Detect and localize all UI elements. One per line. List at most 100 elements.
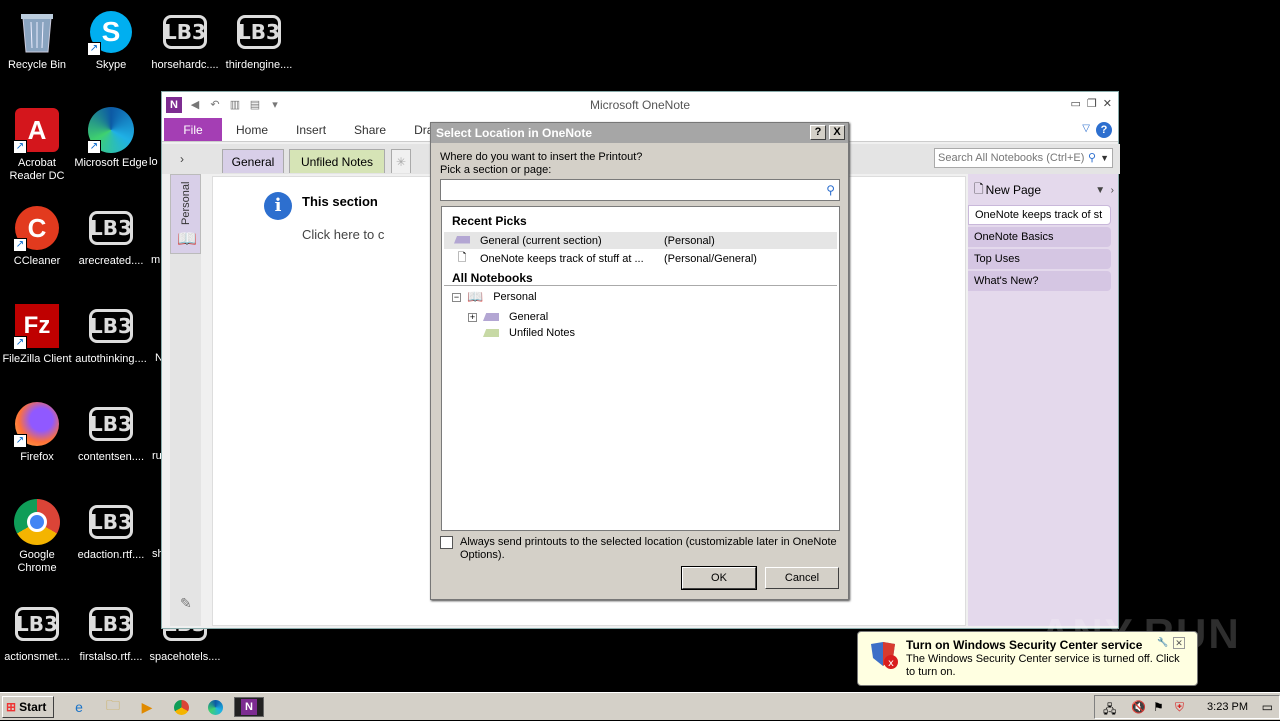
explorer-icon[interactable]: 🗀: [102, 697, 124, 717]
search-notebooks-input[interactable]: Search All Notebooks (Ctrl+E) ⚲ ▼: [934, 148, 1113, 168]
always-send-option[interactable]: Always send printouts to the selected lo…: [440, 536, 840, 562]
collapse-icon[interactable]: −: [452, 292, 461, 302]
desktop-icon-chrome[interactable]: Google Chrome: [0, 498, 74, 575]
desktop-icon-acrobat[interactable]: A ↗ Acrobat Reader DC: [0, 106, 74, 183]
desktop-icon-firefox[interactable]: ↗ Firefox: [0, 400, 74, 464]
start-button[interactable]: ⊞ Start: [2, 696, 54, 718]
section-tab-unfiled[interactable]: Unfiled Notes: [289, 149, 385, 173]
close-icon[interactable]: ✕: [1103, 97, 1112, 110]
restore-icon[interactable]: ❐: [1087, 97, 1097, 110]
ok-button[interactable]: OK: [681, 566, 757, 590]
dialog-titlebar: Select Location in OneNote ? X: [431, 123, 848, 143]
desktop-icon-label: Firefox: [20, 451, 54, 463]
new-page-button[interactable]: 🗋 New Page ▼ ›: [968, 180, 1118, 200]
desktop-icon-label: thirdengine....: [225, 59, 293, 71]
lb3-file-icon: LB3: [87, 400, 135, 448]
section-tab-general[interactable]: General: [222, 149, 284, 173]
balloon-options-icon[interactable]: 🔧: [1157, 637, 1169, 649]
recent-pick-row[interactable]: 🗋 OneNote keeps track of stuff at ... (P…: [444, 250, 837, 267]
expand-icon[interactable]: +: [468, 312, 477, 322]
tree-notebook-personal[interactable]: − 📖 Personal: [452, 289, 537, 305]
desktop-icon-file[interactable]: LB3 autothinking....: [74, 302, 148, 366]
page-tab[interactable]: What's New?: [968, 271, 1111, 291]
edge-icon[interactable]: [204, 697, 226, 717]
desktop-icon-label: Skype: [95, 59, 127, 71]
lb3-file-icon: LB3: [87, 204, 135, 252]
section-icon: [483, 329, 499, 337]
partial-label: lo: [149, 156, 158, 168]
desktop-icon-skype[interactable]: S ↗ Skype: [74, 8, 148, 72]
show-desktop-icon[interactable]: ▭: [1262, 700, 1273, 714]
divider: [444, 285, 837, 286]
media-player-icon[interactable]: ▶: [136, 697, 158, 717]
desktop-icon-file[interactable]: LB3 arecreated....: [74, 204, 148, 268]
system-tray: 🖧 🔇 ⚑ ⛨ 3:23 PM ▭: [1094, 695, 1280, 719]
desktop-icon-label: spacehotels....: [149, 651, 221, 663]
balloon-close-icon[interactable]: ✕: [1173, 637, 1185, 649]
expand-navigation-icon[interactable]: ›: [180, 152, 184, 166]
window-controls: ▭ ❐ ✕: [1071, 97, 1113, 110]
page-tab[interactable]: Top Uses: [968, 249, 1111, 269]
page-tab[interactable]: OneNote keeps track of st: [968, 205, 1111, 225]
desktop-icon-file[interactable]: LB3 thirdengine....: [222, 8, 296, 72]
desktop-icon-label: Microsoft Edge: [74, 157, 148, 169]
shortcut-arrow-icon: ↗: [13, 140, 27, 154]
tree-section-unfiled[interactable]: Unfiled Notes: [483, 325, 575, 341]
dock-icon[interactable]: ▥: [228, 98, 242, 112]
desktop-icon-file[interactable]: LB3 contentsen....: [74, 400, 148, 464]
security-alert-icon[interactable]: ⛨: [1175, 700, 1184, 715]
notebook-personal[interactable]: Personal 📖: [170, 174, 201, 254]
page-icon: 🗋: [457, 252, 467, 264]
desktop-icon-file[interactable]: LB3 actionsmet....: [0, 600, 74, 664]
always-send-checkbox[interactable]: [440, 536, 453, 549]
unfiled-notes-icon[interactable]: ✎: [180, 595, 192, 612]
dialog-prompt-sub: Pick a section or page:: [440, 164, 552, 176]
desktop-icon-label: Recycle Bin: [7, 59, 67, 71]
balloon-title: Turn on Windows Security Center service: [906, 638, 1143, 652]
chrome-icon[interactable]: [170, 697, 192, 717]
tab-home[interactable]: Home: [222, 118, 282, 141]
page-tab[interactable]: OneNote Basics: [968, 227, 1111, 247]
tab-insert[interactable]: Insert: [282, 118, 340, 141]
recent-pick-row[interactable]: General (current section) (Personal): [444, 232, 837, 249]
security-balloon[interactable]: x Turn on Windows Security Center servic…: [857, 631, 1198, 686]
action-center-icon[interactable]: ⚑: [1153, 700, 1164, 714]
select-location-dialog: Select Location in OneNote ? X Where do …: [430, 122, 849, 600]
tab-file[interactable]: File: [164, 118, 222, 141]
clock[interactable]: 3:23 PM: [1207, 701, 1248, 713]
network-icon[interactable]: 🖧: [1103, 700, 1116, 721]
fullpage-icon[interactable]: ▤: [248, 98, 262, 112]
location-search-input[interactable]: ⚲: [440, 179, 840, 201]
desktop-icon-label: Google Chrome: [17, 549, 57, 574]
desktop-icon-recycle-bin[interactable]: Recycle Bin: [0, 8, 74, 72]
cancel-button[interactable]: Cancel: [765, 567, 839, 589]
undo-icon[interactable]: ↶: [208, 98, 222, 112]
minimize-icon[interactable]: ▭: [1071, 97, 1081, 110]
dialog-help-button[interactable]: ?: [810, 125, 826, 140]
new-section-icon[interactable]: ✳: [391, 149, 411, 173]
volume-muted-icon[interactable]: 🔇: [1131, 700, 1146, 714]
desktop-icon-file[interactable]: LB3 horsehardc....: [148, 8, 222, 72]
desktop-icon-label: FileZilla Client: [2, 353, 72, 365]
help-icon[interactable]: ?: [1096, 122, 1112, 138]
onenote-taskbar-icon[interactable]: N: [234, 697, 264, 717]
dialog-close-button[interactable]: X: [829, 125, 845, 140]
customize-chevron-icon[interactable]: ▾: [268, 98, 282, 112]
desktop-icon-file[interactable]: LB3 edaction.rtf....: [74, 498, 148, 562]
desktop-icon-label: Acrobat Reader DC: [9, 157, 65, 182]
desktop-icon-edge[interactable]: ↗ Microsoft Edge: [74, 106, 148, 170]
desktop-icon-filezilla[interactable]: Fz ↗ FileZilla Client: [0, 302, 74, 366]
page-options-icon[interactable]: ▼ ›: [1095, 185, 1114, 196]
ie-icon[interactable]: e: [68, 697, 90, 717]
desktop-icon-ccleaner[interactable]: C ↗ CCleaner: [0, 204, 74, 268]
desktop-icon-file[interactable]: LB3 firstalso.rtf....: [74, 600, 148, 664]
tree-section-general[interactable]: + General: [468, 309, 548, 325]
info-link[interactable]: Click here to c: [302, 227, 384, 242]
tab-share[interactable]: Share: [340, 118, 400, 141]
search-dropdown-icon[interactable]: ▼: [1100, 149, 1109, 167]
back-icon[interactable]: ◀: [188, 98, 202, 112]
quick-access-toolbar: N ◀ ↶ ▥ ▤ ▾: [162, 97, 282, 113]
ribbon-expand-icon[interactable]: ▽: [1082, 123, 1090, 134]
lb3-file-icon: LB3: [87, 498, 135, 546]
info-icon: i: [264, 192, 292, 220]
